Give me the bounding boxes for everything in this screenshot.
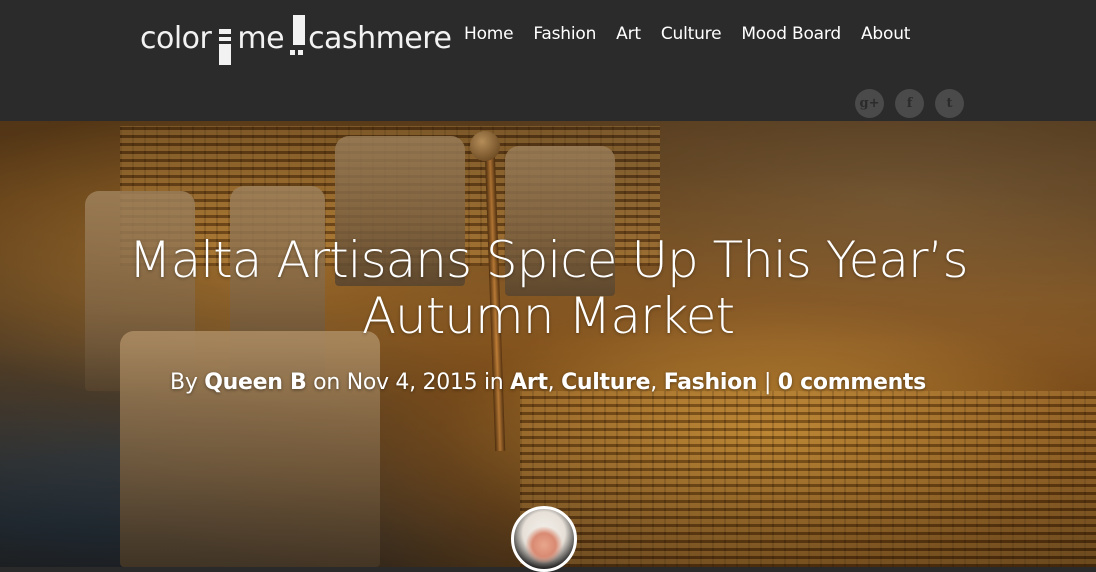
site-logo[interactable]: color me cashmere	[140, 12, 452, 74]
nav-fashion[interactable]: Fashion	[533, 24, 596, 44]
category-fashion[interactable]: Fashion	[664, 370, 758, 395]
nav-about[interactable]: About	[861, 24, 910, 44]
site-header: color me cashmere Home Fashion Art Cultu…	[0, 0, 1096, 121]
post-date: Nov 4, 2015	[346, 370, 478, 395]
google-plus-icon[interactable]: g+	[855, 89, 884, 118]
nav-culture[interactable]: Culture	[661, 24, 722, 44]
nav-home[interactable]: Home	[464, 24, 514, 44]
category-culture[interactable]: Culture	[561, 370, 651, 395]
nav-art[interactable]: Art	[616, 24, 641, 44]
logo-word-cashmere: cashmere	[308, 21, 452, 56]
main-nav: Home Fashion Art Culture Mood Board Abou…	[464, 24, 910, 44]
category-comma: ,	[547, 370, 555, 395]
category-art[interactable]: Art	[510, 370, 548, 395]
category-comma: ,	[650, 370, 657, 395]
logo-word-color: color	[140, 21, 212, 56]
post-title: Malta Artisans Spice Up This Year’s Autu…	[0, 232, 1096, 344]
author-avatar[interactable]	[511, 506, 577, 572]
comments-link[interactable]: 0 comments	[778, 370, 926, 395]
social-links: g+ f t	[855, 89, 964, 118]
logo-word-me: me	[237, 21, 285, 56]
post-title-line2: Autumn Market	[361, 287, 735, 345]
post-title-line1: Malta Artisans Spice Up This Year’s	[128, 231, 969, 289]
logo-dots-icon	[290, 15, 306, 59]
twitter-icon[interactable]: t	[935, 89, 964, 118]
logo-mark-icon	[219, 29, 232, 65]
meta-separator: |	[763, 370, 772, 395]
meta-on: on	[313, 370, 340, 395]
meta-by: By	[170, 370, 198, 395]
meta-in: in	[484, 370, 504, 395]
author-link[interactable]: Queen B	[204, 370, 307, 395]
post-meta: By Queen B on Nov 4, 2015 in Art, Cultur…	[0, 370, 1096, 395]
nav-mood-board[interactable]: Mood Board	[741, 24, 841, 44]
facebook-icon[interactable]: f	[895, 89, 924, 118]
